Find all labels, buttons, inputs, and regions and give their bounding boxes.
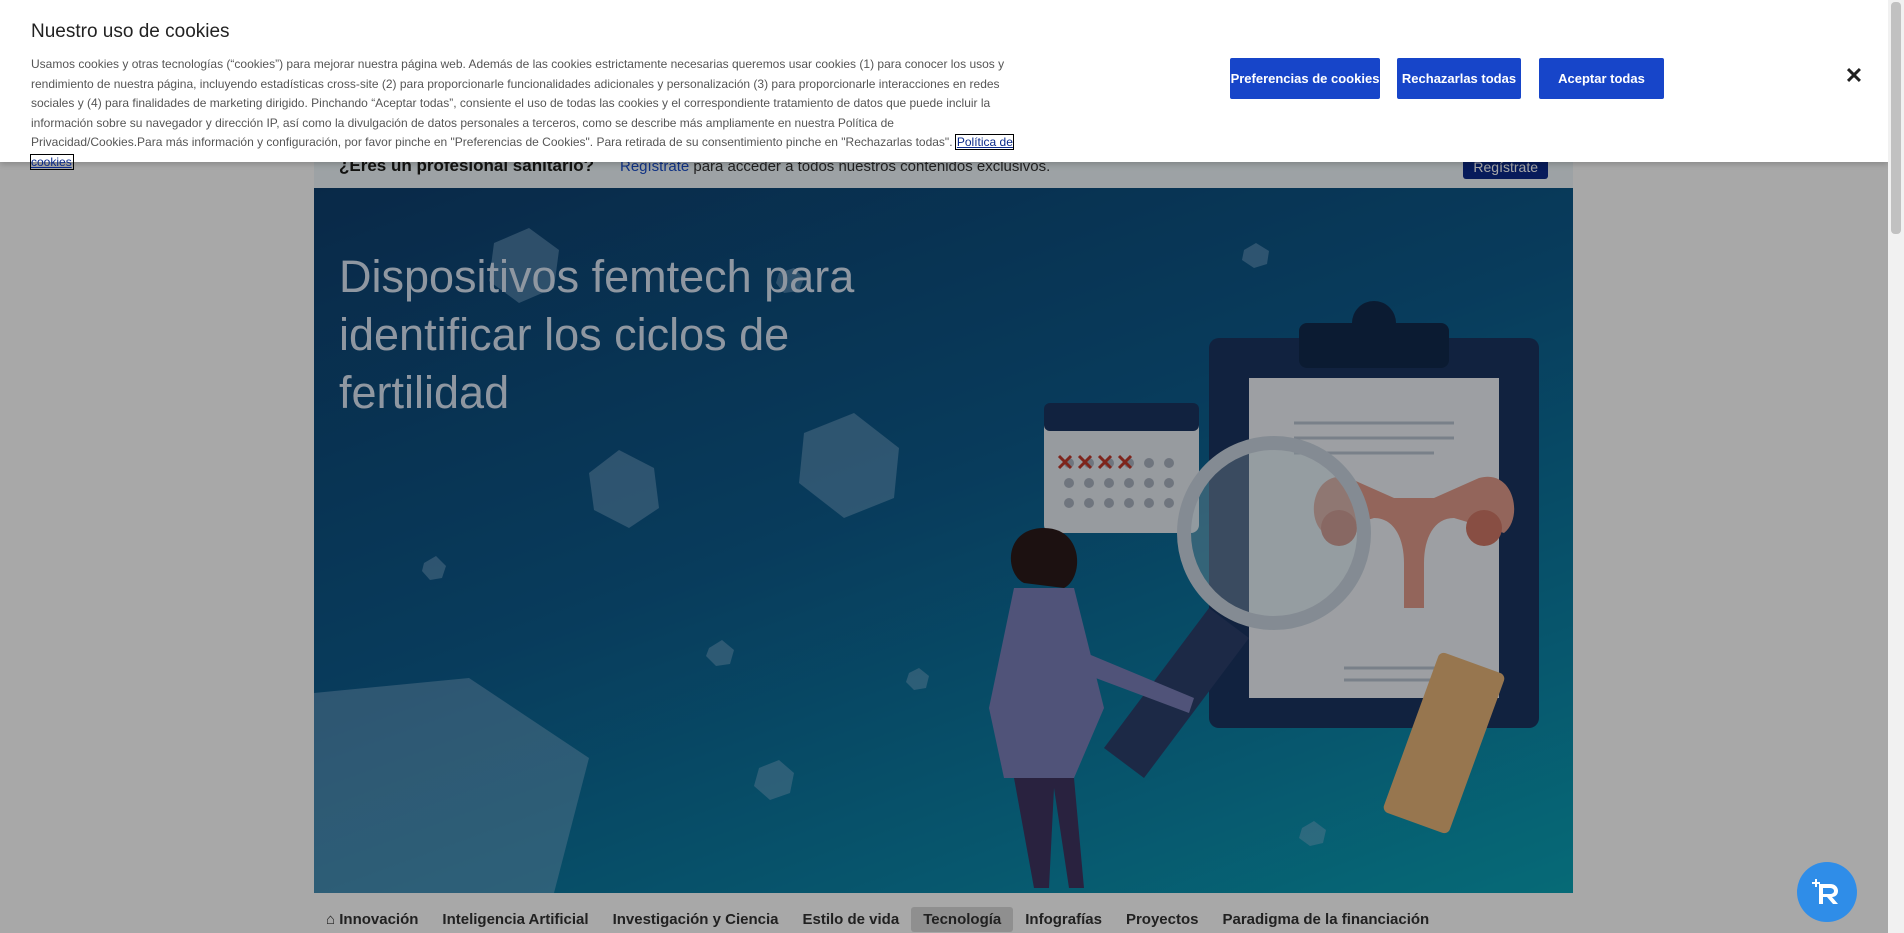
- cookie-banner: Nuestro uso de cookies Usamos cookies y …: [0, 0, 1888, 170]
- page-scrollbar[interactable]: [1888, 0, 1904, 933]
- scrollbar-thumb[interactable]: [1891, 2, 1901, 234]
- cookie-body: Usamos cookies y otras tecnologías (“coo…: [31, 57, 1005, 150]
- cookie-preferences-button[interactable]: Preferencias de cookies: [1230, 58, 1380, 99]
- assistant-button[interactable]: [1797, 862, 1857, 922]
- assistant-icon: [1812, 879, 1838, 904]
- cookie-accept-button[interactable]: Aceptar todas: [1539, 58, 1664, 99]
- cookie-reject-button[interactable]: Rechazarlas todas: [1397, 58, 1521, 99]
- cookie-text: Usamos cookies y otras tecnologías (“coo…: [30, 55, 1016, 173]
- cookie-title: Nuestro uso de cookies: [31, 21, 230, 42]
- close-icon[interactable]: ✕: [1842, 64, 1866, 88]
